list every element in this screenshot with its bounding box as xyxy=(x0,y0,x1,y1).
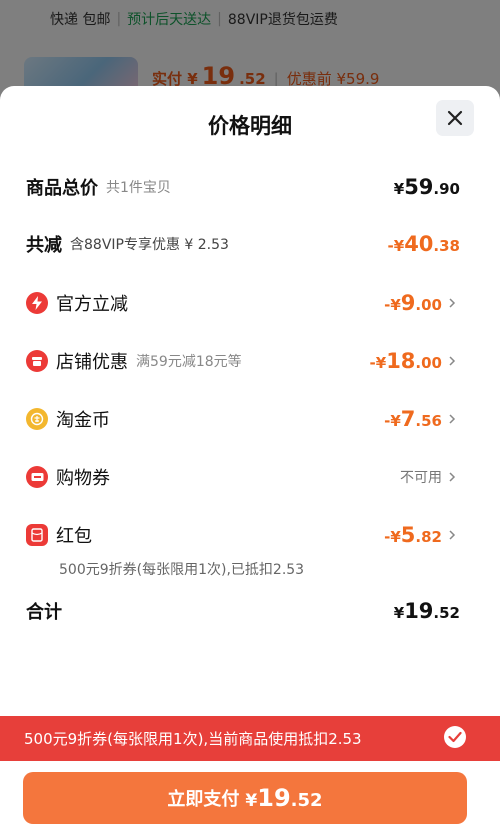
store-icon xyxy=(26,350,48,372)
total-sub: 共1件宝贝 xyxy=(106,180,171,196)
coupon-checkbox[interactable] xyxy=(444,726,466,748)
lightning-icon xyxy=(26,292,48,314)
chevron-right-icon xyxy=(449,414,456,424)
sum-amount: ¥19.52 xyxy=(393,599,460,623)
check-icon xyxy=(448,731,462,743)
chevron-right-icon xyxy=(449,356,456,366)
total-label: 商品总价 xyxy=(26,178,98,199)
voucher-status: 不可用 xyxy=(400,470,442,486)
total-row: 商品总价 共1件宝贝 ¥59.90 xyxy=(26,172,460,202)
redpacket-label: 红包 xyxy=(56,526,92,547)
reduce-sub: 含88VIP专享优惠 ¥ 2.53 xyxy=(70,237,229,253)
coin-amount: -¥ 7.56 xyxy=(384,407,442,431)
coupon-bar[interactable]: 500元9折券(每张限用1次),当前商品使用抵扣2.53 xyxy=(0,716,500,761)
store-sub: 满59元减18元等 xyxy=(136,354,242,370)
coin-row[interactable]: 淘金币 -¥ 7.56 xyxy=(26,404,442,434)
pay-now-button[interactable]: 立即支付 ¥19.52 xyxy=(23,772,467,824)
redpacket-amount: -¥ 5.82 xyxy=(384,523,442,547)
store-amount: -¥ 18.00 xyxy=(369,349,442,373)
store-discount-row[interactable]: 店铺优惠 满59元减18元等 -¥ 18.00 xyxy=(26,346,442,376)
close-button[interactable] xyxy=(436,100,474,136)
sum-row: 合计 ¥19.52 xyxy=(26,596,460,626)
sum-label: 合计 xyxy=(26,602,62,623)
chevron-right-icon xyxy=(449,530,456,540)
coin-icon xyxy=(26,408,48,430)
reduce-row: 共减 含88VIP专享优惠 ¥ 2.53 -¥ 40.38 xyxy=(26,229,460,259)
redpacket-note: 500元9折券(每张限用1次),已抵扣2.53 xyxy=(59,562,305,578)
coupon-bar-text: 500元9折券(每张限用1次),当前商品使用抵扣2.53 xyxy=(24,730,362,748)
store-label: 店铺优惠 xyxy=(56,352,128,373)
reduce-amount: -¥ 40.38 xyxy=(387,232,460,256)
redpacket-row[interactable]: 红包 -¥ 5.82 xyxy=(26,520,442,550)
pay-now-amount: ¥19.52 xyxy=(245,784,323,812)
pay-now-label: 立即支付 xyxy=(167,789,240,810)
chevron-right-icon xyxy=(449,298,456,308)
total-amount: ¥59.90 xyxy=(393,175,460,199)
official-label: 官方立减 xyxy=(56,294,128,315)
voucher-row[interactable]: 购物券 不可用 xyxy=(26,462,442,492)
chevron-right-icon xyxy=(449,472,456,482)
reduce-label: 共减 xyxy=(26,235,62,256)
ticket-icon xyxy=(26,466,48,488)
voucher-label: 购物券 xyxy=(56,468,110,489)
official-discount-row[interactable]: 官方立减 -¥ 9.00 xyxy=(26,288,442,318)
official-amount: -¥ 9.00 xyxy=(384,291,442,315)
coin-label: 淘金币 xyxy=(56,410,110,431)
sheet-title: 价格明细 xyxy=(208,114,292,138)
red-packet-icon xyxy=(26,524,48,546)
close-icon xyxy=(447,110,463,126)
